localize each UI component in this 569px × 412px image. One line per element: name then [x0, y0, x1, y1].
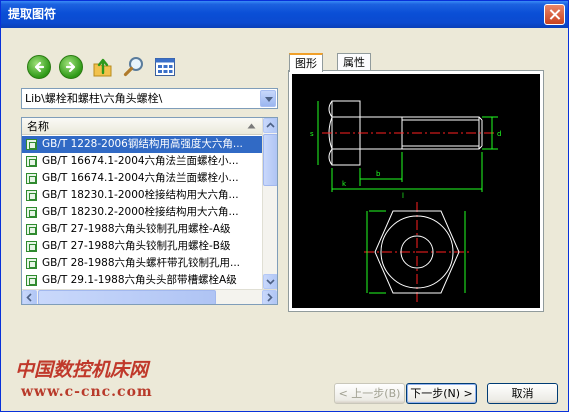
symbol-item-icon [26, 207, 37, 218]
list-item[interactable]: GB/T 1228-2006钢结构用高强度大六角... [22, 136, 264, 153]
symbol-item-icon [26, 139, 37, 150]
forward-arrow-icon [65, 61, 76, 73]
horizontal-scrollbar[interactable] [22, 289, 277, 304]
list-item[interactable]: GB/T 18230.2-2000栓接结构用大六角... [22, 204, 264, 221]
list-item[interactable]: GB/T 27-1988六角头铰制孔用螺栓-A级 [22, 221, 264, 238]
back-arrow-icon [34, 61, 45, 73]
list-item[interactable]: GB/T 16674.1-2004六角法兰面螺栓小... [22, 170, 264, 187]
scroll-thumb[interactable] [263, 134, 277, 186]
library-path-value: Lib\螺栓和螺柱\六角头螺栓\ [25, 92, 163, 105]
scroll-down-button[interactable] [263, 274, 277, 289]
scroll-up-button[interactable] [263, 118, 277, 133]
extract-symbol-dialog: 提取图符 Lib\螺栓和螺柱\六角头螺栓\ 名称 GB/T 1228-2006钢… [0, 0, 569, 412]
list-item[interactable]: GB/T 28-1988六角头螺杆带孔铰制孔用... [22, 255, 264, 272]
symbol-item-icon [26, 156, 37, 167]
list-item-label: GB/T 28-1988六角头螺杆带孔铰制孔用... [42, 257, 241, 269]
list-item-label: GB/T 27-1988六角头铰制孔用螺栓-A级 [42, 223, 231, 235]
scroll-left-button[interactable] [22, 290, 37, 304]
list-item[interactable]: GB/T 18230.1-2000栓接结构用大六角... [22, 187, 264, 204]
list-item-label: GB/T 16674.1-2004六角法兰面螺栓小... [42, 155, 239, 167]
list-item-label: GB/T 1228-2006钢结构用高强度大六角... [42, 138, 243, 150]
svg-text:b: b [376, 170, 381, 178]
column-header-name[interactable]: 名称 [22, 118, 262, 135]
back-button[interactable] [27, 55, 51, 79]
up-folder-button[interactable] [91, 55, 115, 79]
list-item-label: GB/T 18230.1-2000栓接结构用大六角... [42, 189, 239, 201]
list-item-label: GB/T 27-1988六角头铰制孔用螺栓-B级 [42, 240, 231, 252]
cancel-button[interactable]: 取消 [487, 383, 558, 404]
title-bar: 提取图符 [1, 1, 568, 28]
chevron-right-icon [267, 293, 273, 302]
chevron-up-icon [266, 122, 275, 128]
library-path-dropdown[interactable]: Lib\螺栓和螺柱\六角头螺栓\ [21, 88, 278, 109]
list-item[interactable]: GB/T 16674.1-2004六角法兰面螺栓小... [22, 153, 264, 170]
magnifier-icon [123, 57, 143, 77]
symbol-item-icon [26, 224, 37, 235]
site-logo-text: 中国数控机床网 [15, 359, 149, 381]
chevron-down-icon [266, 279, 275, 285]
vertical-scrollbar[interactable] [262, 118, 277, 289]
search-button[interactable] [122, 55, 146, 79]
symbol-item-icon [26, 173, 37, 184]
next-step-button[interactable]: 下一步(N) > [406, 383, 477, 404]
symbol-item-icon [26, 258, 37, 269]
sort-ascending-icon [247, 123, 256, 129]
svg-text:l: l [402, 192, 404, 200]
grid-view-icon [155, 58, 175, 76]
list-rows: GB/T 1228-2006钢结构用高强度大六角... GB/T 16674.1-… [22, 136, 264, 304]
tab-properties[interactable]: 属性 [337, 53, 371, 71]
list-item[interactable]: GB/T 29.1-1988六角头头部带槽螺栓A级 [22, 272, 264, 289]
column-header-label: 名称 [27, 120, 49, 133]
svg-text:d: d [497, 130, 501, 138]
site-logo-watermark: 中国数控机床网 [15, 355, 148, 382]
symbol-item-icon [26, 190, 37, 201]
tab-graphic-label: 图形 [295, 57, 317, 70]
window-title: 提取图符 [8, 7, 57, 21]
forward-button[interactable] [59, 55, 83, 79]
chevron-down-icon[interactable] [260, 90, 276, 107]
list-item[interactable]: GB/T 27-1988六角头铰制孔用螺栓-B级 [22, 238, 264, 255]
tab-graphic[interactable]: 图形 [289, 53, 323, 72]
bolt-drawing-preview: k b l d s [292, 74, 540, 308]
chevron-left-icon [26, 293, 32, 302]
svg-text:s: s [310, 130, 314, 138]
symbol-list[interactable]: 名称 GB/T 1228-2006钢结构用高强度大六角... GB/T 16674… [21, 117, 278, 305]
symbol-item-icon [26, 275, 37, 286]
symbol-item-icon [26, 241, 37, 252]
preview-panel: k b l d s [288, 70, 544, 312]
scroll-right-button[interactable] [262, 290, 277, 304]
list-item-label: GB/T 29.1-1988六角头头部带槽螺栓A级 [42, 274, 237, 286]
up-folder-icon [93, 58, 112, 77]
horizontal-scroll-thumb[interactable] [38, 290, 216, 304]
list-item-label: GB/T 16674.1-2004六角法兰面螺栓小... [42, 172, 239, 184]
back-step-button[interactable]: < 上一步(B) [334, 383, 405, 404]
site-url-watermark: www.c-cnc.com [21, 384, 153, 400]
list-item-label: GB/T 18230.2-2000栓接结构用大六角... [42, 206, 239, 218]
tab-properties-label: 属性 [343, 56, 365, 69]
close-icon[interactable] [544, 4, 565, 25]
view-toggle-button[interactable] [154, 56, 176, 78]
